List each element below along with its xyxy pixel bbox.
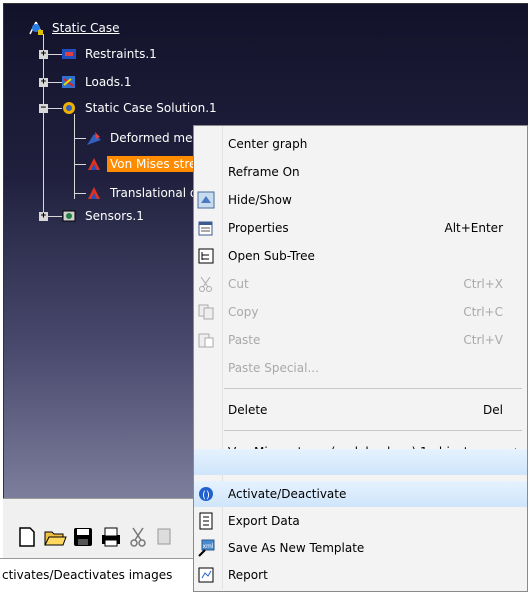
menu-item-label: Paste <box>228 333 261 347</box>
tree-node-label: Sensors.1 <box>85 209 144 223</box>
context-menu: Center graph Reframe On Hide/Show Proper… <box>193 125 528 592</box>
tree-node-von-mises[interactable]: Von Mises stre <box>86 154 200 174</box>
analysis-case-icon <box>28 20 44 36</box>
activate-icon: () <box>197 485 215 503</box>
stress-image-icon <box>86 156 102 172</box>
tree-connector <box>74 114 75 199</box>
menu-item-paste-special[interactable]: Paste Special... <box>194 355 527 381</box>
menu-item-center-graph[interactable]: Center graph <box>194 131 527 157</box>
subtree-icon <box>197 247 215 265</box>
tree-connector <box>74 138 86 139</box>
print-icon[interactable] <box>99 525 123 549</box>
menu-item-shortcut: Del <box>483 403 503 417</box>
tree-node-deformed-mesh[interactable]: Deformed mesh <box>86 128 209 148</box>
displacement-image-icon <box>86 185 102 201</box>
menu-item-copy[interactable]: Copy Ctrl+C <box>194 299 527 325</box>
menu-item-cut[interactable]: Cut Ctrl+X <box>194 271 527 297</box>
menu-item-save-as-new-template[interactable]: xml Save As New Template <box>194 535 527 561</box>
menu-item-shortcut: Alt+Enter <box>444 221 503 235</box>
save-template-icon: xml <box>197 539 215 557</box>
save-icon[interactable] <box>71 525 95 549</box>
tree-connector <box>74 164 86 165</box>
properties-icon <box>197 219 215 237</box>
svg-text:xml: xml <box>202 543 213 550</box>
menu-separator <box>224 388 522 389</box>
menu-item-activate-deactivate-placeholder <box>194 449 527 475</box>
menu-item-shortcut: Ctrl+X <box>463 277 503 291</box>
expand-toggle[interactable]: + <box>39 212 48 221</box>
tree-node-loads[interactable]: Loads.1 <box>61 72 135 92</box>
status-bar: ctivates/Deactivates images <box>0 558 202 591</box>
tree-connector <box>74 193 86 194</box>
load-icon <box>61 74 77 90</box>
menu-item-export-data[interactable]: Export Data <box>194 508 527 534</box>
menu-item-label: Cut <box>228 277 249 291</box>
new-icon[interactable] <box>15 525 39 549</box>
expand-toggle[interactable]: + <box>39 50 48 59</box>
menu-item-label: Activate/Deactivate <box>228 487 347 501</box>
cut-icon <box>197 275 215 293</box>
standard-toolbar <box>3 498 193 559</box>
menu-item-delete[interactable]: Delete Del <box>194 397 527 423</box>
menu-item-label: Paste Special... <box>228 361 319 375</box>
menu-item-label: Hide/Show <box>228 193 292 207</box>
menu-item-label: Report <box>228 568 268 582</box>
tree-node-static-case-solution[interactable]: Static Case Solution.1 <box>61 98 220 118</box>
status-text: ctivates/Deactivates images <box>2 568 173 582</box>
menu-separator <box>224 430 522 431</box>
cut-icon[interactable] <box>127 525 151 549</box>
menu-item-shortcut: Ctrl+V <box>463 333 503 347</box>
copy-icon <box>197 303 215 321</box>
menu-item-reframe-on[interactable]: Reframe On <box>194 159 527 185</box>
menu-item-label: Reframe On <box>228 165 300 179</box>
menu-item-label: Export Data <box>228 514 300 528</box>
menu-item-activate-deactivate[interactable]: () Activate/Deactivate <box>194 481 527 507</box>
tree-node-label: Static Case Solution.1 <box>85 101 217 115</box>
solution-icon <box>61 100 77 116</box>
restraint-icon <box>61 46 77 62</box>
paste-icon <box>197 331 215 349</box>
menu-item-label: Open Sub-Tree <box>228 249 315 263</box>
menu-item-label: Center graph <box>228 137 308 151</box>
menu-item-label: Copy <box>228 305 259 319</box>
export-data-icon <box>197 512 215 530</box>
report-icon <box>197 566 215 584</box>
menu-item-shortcut: Ctrl+C <box>463 305 503 319</box>
tree-node-sensors[interactable]: Sensors.1 <box>61 206 147 226</box>
tree-node-label: Translational d <box>110 186 198 200</box>
collapse-toggle[interactable]: − <box>39 104 48 113</box>
deformed-mesh-icon <box>86 130 102 146</box>
tree-node-label-selected: Von Mises stre <box>107 156 200 172</box>
open-folder-icon[interactable] <box>43 525 67 549</box>
tree-node-label: Static Case <box>52 21 120 35</box>
sensor-icon <box>61 208 77 224</box>
app-window: Static Case + Restraints.1 + Loads.1 − S… <box>0 0 529 592</box>
tree-node-label: Restraints.1 <box>85 47 157 61</box>
svg-text:(): () <box>202 490 210 501</box>
menu-item-label: Save As New Template <box>228 541 365 555</box>
tree-node-restraints[interactable]: Restraints.1 <box>61 44 160 64</box>
copy-icon[interactable] <box>155 525 175 549</box>
menu-item-paste[interactable]: Paste Ctrl+V <box>194 327 527 353</box>
tree-node-label: Loads.1 <box>85 75 132 89</box>
tree-node-static-case[interactable]: Static Case <box>28 18 123 38</box>
expand-toggle[interactable]: + <box>39 78 48 87</box>
tree-node-translational-displacement[interactable]: Translational d <box>86 183 201 203</box>
menu-item-properties[interactable]: Properties Alt+Enter <box>194 215 527 241</box>
menu-item-open-subtree[interactable]: Open Sub-Tree <box>194 243 527 269</box>
menu-item-report[interactable]: Report <box>194 562 527 588</box>
hide-show-icon <box>197 191 215 209</box>
menu-item-label: Delete <box>228 403 268 417</box>
menu-item-hide-show[interactable]: Hide/Show <box>194 187 527 213</box>
menu-item-label: Properties <box>228 221 289 235</box>
tree-connector <box>43 34 44 220</box>
